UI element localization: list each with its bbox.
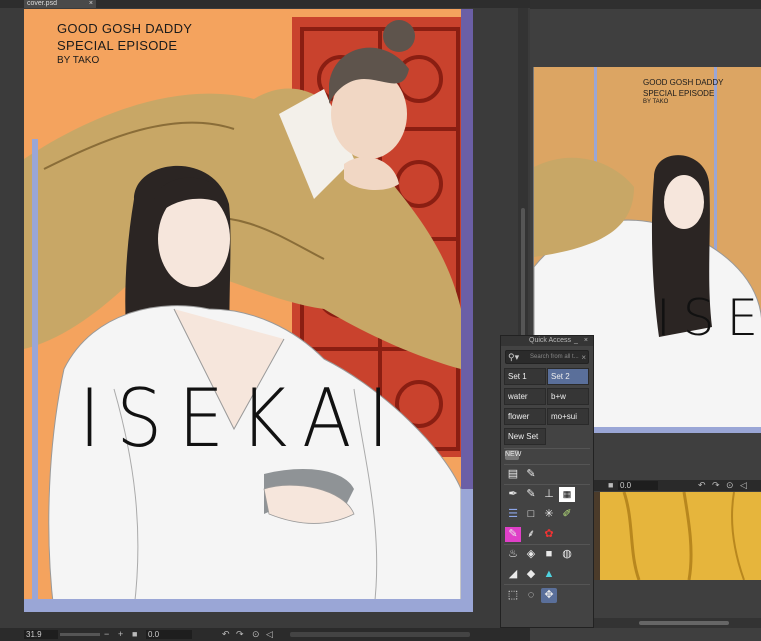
- drop-icon[interactable]: ♨: [505, 547, 521, 562]
- set-tab[interactable]: Set 2: [547, 368, 589, 385]
- canvas-tool-icon[interactable]: ▤: [505, 467, 521, 482]
- set-tab[interactable]: mo+sui: [547, 408, 589, 425]
- lasso-icon[interactable]: ◌: [523, 588, 539, 603]
- navigator-author: BY TAKO: [643, 99, 669, 105]
- eraser-icon[interactable]: ◢: [505, 567, 521, 582]
- pen-icon[interactable]: ✒: [505, 487, 521, 502]
- rotate-left-icon[interactable]: ↶: [698, 480, 706, 491]
- new-badge-icon[interactable]: NEW: [505, 450, 521, 460]
- minimize-button[interactable]: _: [574, 337, 580, 344]
- sub-view-scrollbar[interactable]: [594, 618, 761, 628]
- ink-icon[interactable]: ⊥: [541, 487, 557, 502]
- fill-icon[interactable]: ◈: [523, 547, 539, 562]
- pencil-icon[interactable]: ✐: [559, 507, 575, 522]
- rotate-right-icon[interactable]: ↷: [236, 629, 244, 640]
- flip-icon[interactable]: ◁: [266, 629, 273, 640]
- search-placeholder: Search from all t...: [530, 354, 579, 360]
- set-tab[interactable]: Set 1: [504, 368, 546, 385]
- close-icon[interactable]: ×: [584, 337, 590, 344]
- magenta-brush-icon[interactable]: ✎: [505, 527, 521, 542]
- lines-icon[interactable]: ☰: [505, 507, 521, 522]
- close-icon[interactable]: ×: [89, 0, 93, 8]
- set-tab[interactable]: b+w: [547, 388, 589, 405]
- quick-access-titlebar[interactable]: Quick Access _ ×: [501, 336, 593, 346]
- rectangle-icon[interactable]: □: [523, 507, 539, 522]
- quick-access-title: Quick Access: [529, 337, 572, 344]
- bucket-icon[interactable]: ◍: [559, 547, 575, 562]
- cover-title-line2: SPECIAL EPISODE: [57, 38, 178, 53]
- zoom-field[interactable]: 31.9: [24, 630, 58, 639]
- clear-icon[interactable]: ×: [581, 352, 586, 363]
- document-tab[interactable]: cover.psd ×: [24, 0, 96, 8]
- rotate-right-icon[interactable]: ↷: [712, 480, 720, 491]
- zoom-out-button[interactable]: −: [104, 629, 109, 640]
- sub-rotation-field[interactable]: 0.0: [618, 481, 658, 490]
- square-fill-icon[interactable]: ■: [541, 547, 557, 562]
- scrollbar-thumb[interactable]: [639, 621, 729, 625]
- set-tab[interactable]: flower: [504, 408, 546, 425]
- cover-author: BY TAKO: [57, 55, 100, 66]
- stop-icon[interactable]: ■: [132, 629, 137, 640]
- pen-icon[interactable]: ✎: [523, 487, 539, 502]
- stop-icon[interactable]: ■: [608, 480, 613, 491]
- stamp-icon[interactable]: ✿: [541, 527, 557, 542]
- sub-view-toolbar: ■ 0.0 ↶ ↷ ⊙ ◁: [594, 480, 761, 491]
- quick-access-palette: Quick Access _ × ⚲▾ Search from all t...…: [500, 335, 594, 628]
- zoom-slider[interactable]: [60, 633, 100, 636]
- main-canvas[interactable]: GOOD GOSH DADDY SPECIAL EPISODE BY TAKO …: [24, 9, 473, 612]
- selection-icon[interactable]: ⬚: [505, 588, 521, 603]
- tone-icon[interactable]: ▲: [541, 567, 557, 582]
- eraser-icon[interactable]: ◆: [523, 567, 539, 582]
- sub-view-canvas[interactable]: [594, 492, 761, 580]
- brush-icon[interactable]: ⸙: [523, 527, 539, 542]
- set-tab[interactable]: water: [504, 388, 546, 405]
- sub-view-artwork: [594, 492, 761, 580]
- flip-icon[interactable]: ◁: [740, 480, 747, 491]
- reset-rotation-icon[interactable]: ⊙: [726, 480, 734, 491]
- navigator-big-title: ISE: [656, 289, 761, 347]
- pen-icon[interactable]: ✎: [523, 467, 539, 482]
- navigator-title-line2: SPECIAL EPISODE: [643, 89, 715, 98]
- search-icon[interactable]: ⚲▾: [508, 352, 519, 363]
- rotate-left-icon[interactable]: ↶: [222, 629, 230, 640]
- navigator-header: [530, 0, 761, 9]
- cover-title-line1: GOOD GOSH DADDY: [57, 21, 193, 36]
- horizontal-scrollbar[interactable]: [290, 632, 470, 637]
- zoom-in-button[interactable]: +: [118, 629, 123, 640]
- cover-big-title: ISEKAI: [79, 372, 406, 465]
- pattern-icon[interactable]: ▦: [559, 487, 575, 502]
- navigator-title-line1: GOOD GOSH DADDY: [643, 78, 724, 87]
- new-set-button[interactable]: New Set: [504, 428, 546, 445]
- sparkle-icon[interactable]: ✳: [541, 507, 557, 522]
- quick-access-search[interactable]: ⚲▾ Search from all t... ×: [505, 350, 589, 364]
- move-icon[interactable]: ✥: [541, 588, 557, 603]
- document-tab-label: cover.psd: [27, 0, 57, 7]
- reset-rotation-icon[interactable]: ⊙: [252, 629, 260, 640]
- canvas-status-bar: 31.9 − + ■ 0.0 ↶ ↷ ⊙ ◁: [0, 628, 530, 641]
- rotation-field[interactable]: 0.0: [146, 630, 192, 639]
- cover-artwork: [24, 9, 473, 612]
